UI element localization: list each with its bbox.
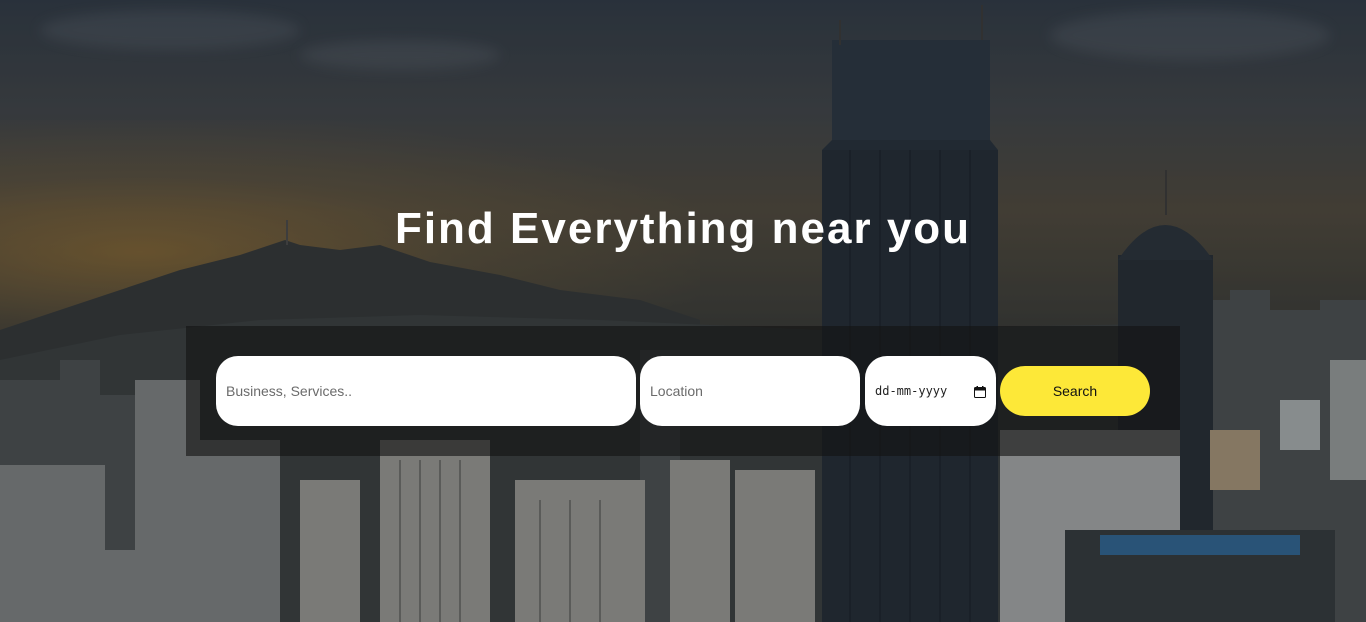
hero-section: Find Everything near you dd-mm-yyyy Sear… (0, 0, 1366, 622)
dark-overlay (0, 0, 1366, 622)
location-input[interactable] (640, 356, 860, 426)
calendar-icon[interactable] (974, 385, 986, 398)
business-search-input[interactable] (216, 356, 636, 426)
date-value: dd-mm-yyyy (875, 384, 948, 398)
search-button[interactable]: Search (1000, 366, 1150, 416)
search-panel: dd-mm-yyyy Search (186, 326, 1180, 456)
date-input[interactable]: dd-mm-yyyy (865, 356, 996, 426)
page-title: Find Everything near you (394, 204, 972, 253)
